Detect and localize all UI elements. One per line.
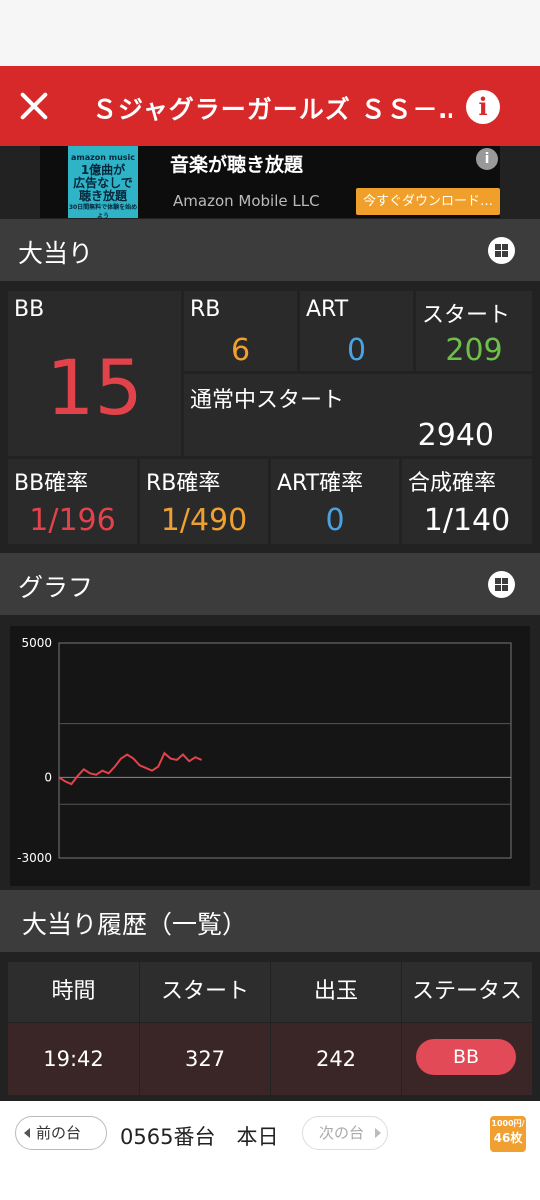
bb-label: BB [14, 297, 45, 322]
graph-section-title: グラフ [18, 573, 94, 602]
rb-count-cell: RB 6 [184, 291, 297, 371]
art-value: 0 [346, 333, 367, 368]
app-header: Ｓジャグラーガールズ ＳＳ－… i [0, 66, 540, 146]
history-section-title: 大当り履歴（一覧） [22, 910, 248, 939]
ad-download-button[interactable]: 今すぐダウンロード… [356, 188, 500, 215]
bottom-nav-bar: 前の台 0565番台 本日 次の台 1000円/ 46枚 [0, 1101, 540, 1200]
column-header-status: ステータス [402, 962, 532, 1022]
bb-rate-label: BB確率 [14, 471, 89, 496]
prev-machine-label: 前の台 [36, 1124, 82, 1142]
combined-rate-value: 1/140 [423, 503, 511, 538]
art-label: ART [306, 297, 349, 322]
history-start: 327 [140, 1023, 270, 1095]
history-section-header: 大当り履歴（一覧） [0, 890, 540, 952]
next-machine-label: 次の台 [319, 1124, 365, 1142]
ad-info-icon[interactable]: i [476, 148, 498, 170]
column-header-time: 時間 [8, 962, 139, 1022]
chevron-right-icon [375, 1128, 381, 1138]
page-title: Ｓジャグラーガールズ ＳＳ－… [92, 95, 452, 124]
graph-section-header: グラフ [0, 553, 540, 615]
column-header-payout: 出玉 [271, 962, 401, 1022]
combined-rate-label: 合成確率 [408, 471, 497, 496]
grid-icon[interactable] [488, 571, 515, 598]
prev-machine-button[interactable]: 前の台 [15, 1116, 107, 1150]
status-badge[interactable]: BB [416, 1039, 516, 1075]
rb-rate-label: RB確率 [146, 471, 221, 496]
slump-graph: 5000 0 -3000 [17, 636, 512, 865]
ad-thumb-line3: 聴き放題 [78, 189, 127, 203]
normal-start-value: 2940 [417, 418, 494, 453]
chevron-left-icon [24, 1128, 30, 1138]
rb-value: 6 [230, 333, 251, 368]
status-bar [0, 0, 540, 66]
normal-start-label: 通常中スタート [190, 388, 345, 413]
grid-icon[interactable] [488, 237, 515, 264]
normal-start-cell: 通常中スタート 2940 [184, 374, 532, 456]
info-icon[interactable]: i [466, 90, 500, 124]
history-payout: 242 [271, 1023, 401, 1095]
next-machine-button[interactable]: 次の台 [302, 1116, 388, 1150]
plot-frame [58, 642, 512, 859]
ad-advertiser: Amazon Mobile LLC [173, 192, 320, 210]
y-tick-label: 0 [44, 770, 52, 784]
close-icon[interactable] [16, 88, 52, 124]
app-screen: Ｓジャグラーガールズ ＳＳ－… i amazon music 1億曲が 広告なし… [0, 0, 540, 1200]
bb-value: 15 [46, 343, 143, 432]
bb-rate-cell: BB確率 1/196 [8, 459, 137, 544]
y-tick-label: -3000 [17, 851, 52, 865]
art-rate-cell: ART確率 0 [271, 459, 399, 544]
bb-rate-value: 1/196 [29, 503, 116, 538]
art-rate-label: ART確率 [277, 471, 364, 496]
start-label: スタート [422, 303, 511, 328]
jackpot-section-title: 大当り [18, 239, 94, 268]
y-tick-label: 5000 [21, 636, 52, 650]
art-count-cell: ART 0 [300, 291, 413, 371]
ad-title: 音楽が聴き放題 [170, 154, 304, 176]
combined-rate-cell: 合成確率 1/140 [402, 459, 532, 544]
rb-rate-value: 1/490 [160, 503, 248, 538]
rb-label: RB [190, 297, 221, 322]
graph-panel: 5000 0 -3000 [10, 626, 530, 886]
rb-rate-cell: RB確率 1/490 [140, 459, 268, 544]
art-rate-value: 0 [325, 503, 345, 538]
coin-rate-top: 1000円/ [491, 1119, 525, 1128]
jackpot-section-header: 大当り [0, 219, 540, 281]
history-time: 19:42 [8, 1023, 139, 1095]
machine-title: 0565番台 本日 [120, 1125, 279, 1149]
ad-banner[interactable]: amazon music 1億曲が 広告なしで 聴き放題 30日間無料で体験を始… [40, 146, 500, 220]
ad-thumbnail: amazon music 1億曲が 広告なしで 聴き放題 30日間無料で体験を始… [68, 146, 138, 220]
bb-count-cell: BB 15 [8, 291, 181, 456]
coin-rate-badge[interactable]: 1000円/ 46枚 [490, 1116, 526, 1152]
start-count-cell: スタート 209 [416, 291, 532, 371]
column-header-start: スタート [140, 962, 270, 1022]
coin-rate-bottom: 46枚 [493, 1131, 523, 1145]
start-value: 209 [445, 333, 503, 368]
